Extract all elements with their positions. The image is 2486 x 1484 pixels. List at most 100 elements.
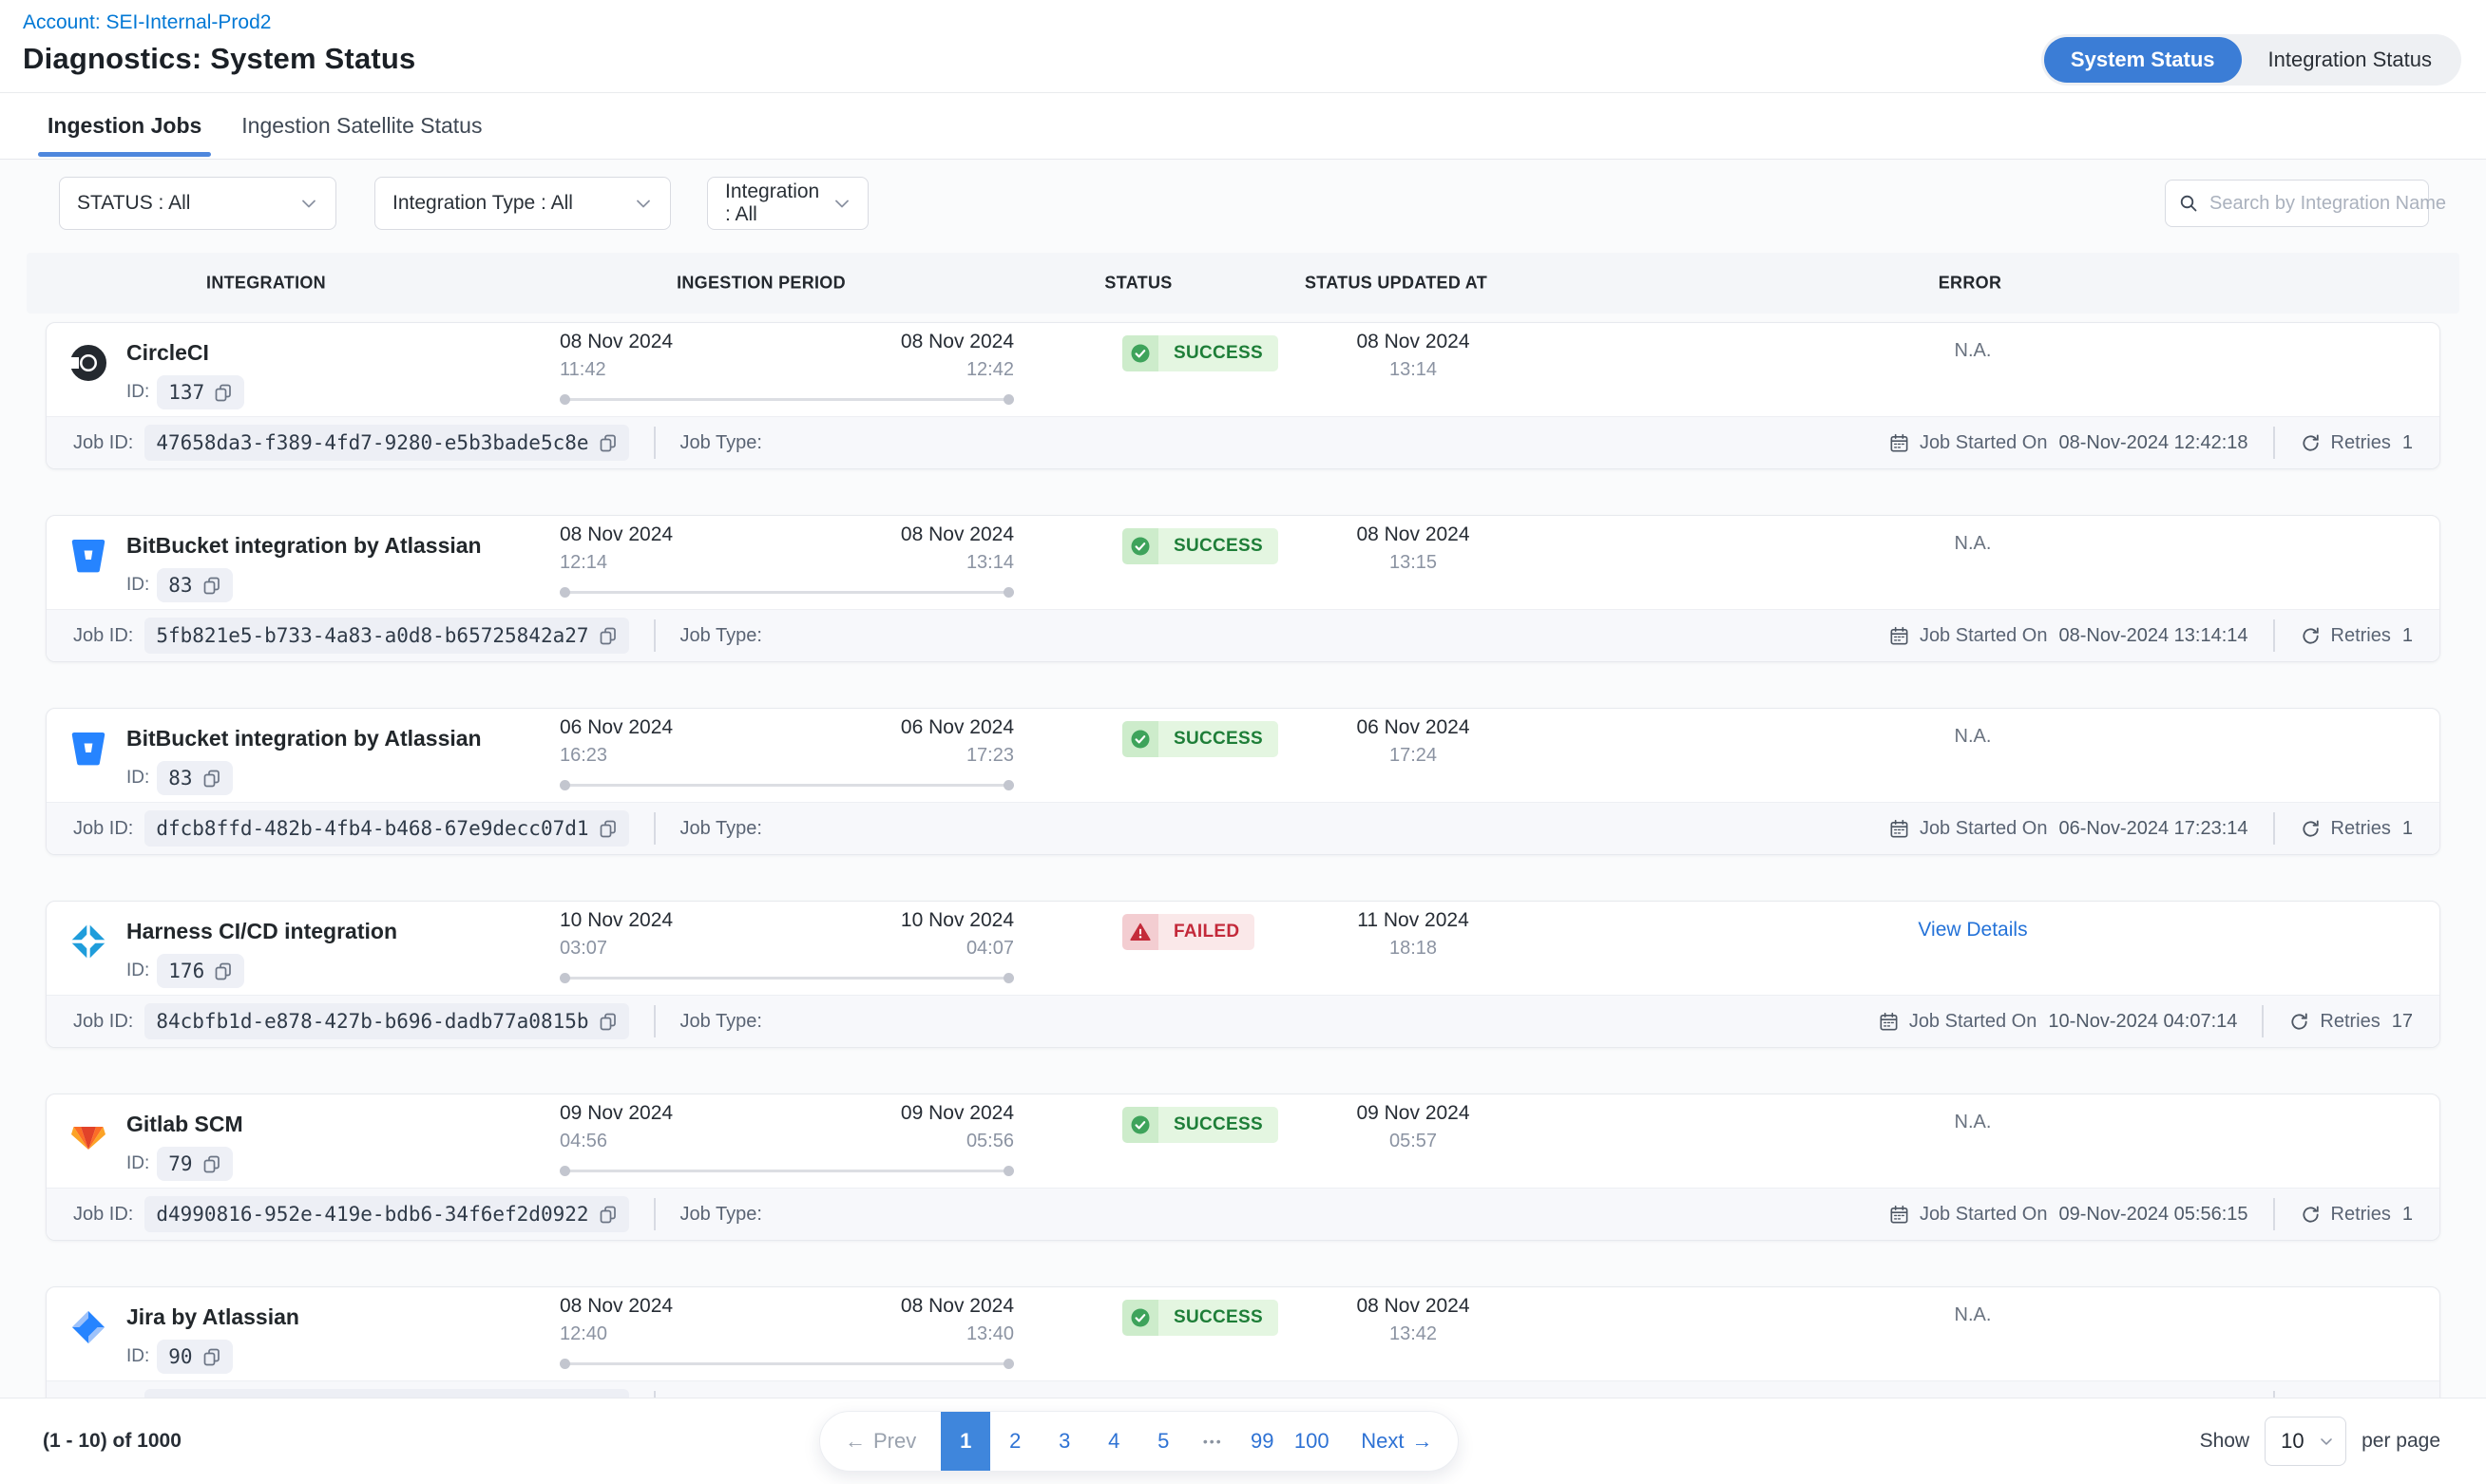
chevron-down-icon xyxy=(831,192,853,215)
pager: ← Prev 12345•••99100 Next → xyxy=(819,1411,1459,1472)
copy-icon[interactable] xyxy=(599,626,618,645)
prev-page-button[interactable]: ← Prev xyxy=(820,1412,941,1471)
copy-icon[interactable] xyxy=(202,1154,221,1173)
error-cell: N.A. xyxy=(1955,533,1992,554)
tab-bar: Ingestion Jobs Ingestion Satellite Statu… xyxy=(0,93,2486,160)
integration-logo-icon xyxy=(66,1112,111,1157)
copy-icon[interactable] xyxy=(202,576,221,595)
job-id-chip: 47658da3-f389-4fd7-9280-e5b3bade5c8e xyxy=(144,425,628,461)
integration-id-chip: 90 xyxy=(157,1340,232,1374)
copy-icon[interactable] xyxy=(202,1347,221,1366)
page-button-1[interactable]: 1 xyxy=(941,1412,990,1471)
integration-name: Gitlab SCM xyxy=(126,1104,243,1137)
copy-icon[interactable] xyxy=(599,1012,618,1031)
page-header: Account: SEI-Internal-Prod2 Diagnostics:… xyxy=(0,0,2486,93)
page-size-dropdown[interactable]: 10 xyxy=(2265,1417,2346,1466)
ingestion-period-timeline xyxy=(560,973,1014,983)
copy-icon[interactable] xyxy=(214,383,233,402)
view-details-link[interactable]: View Details xyxy=(1918,919,2027,941)
copy-icon[interactable] xyxy=(214,961,233,980)
page-button-5[interactable]: 5 xyxy=(1138,1412,1188,1471)
period-end-date: 06 Nov 2024 xyxy=(901,716,1014,739)
column-ingestion-period: INGESTION PERIOD xyxy=(677,274,846,294)
retries-label: Retries xyxy=(2331,432,2391,454)
retries-label: Retries xyxy=(2320,1011,2380,1033)
integration-id-chip: 176 xyxy=(157,954,244,988)
toggle-system-status[interactable]: System Status xyxy=(2044,37,2242,83)
ingestion-period-timeline xyxy=(560,1359,1014,1369)
job-id-chip: dfcb8ffd-482b-4fb4-b468-67e9decc07d1 xyxy=(144,810,628,847)
toggle-integration-status[interactable]: Integration Status xyxy=(2242,37,2458,83)
id-label: ID: xyxy=(126,1346,149,1367)
period-start-time: 04:56 xyxy=(560,1131,607,1152)
ingestion-period: 08 Nov 2024 08 Nov 2024 11:42 12:42 xyxy=(560,331,1014,405)
calendar-icon xyxy=(1888,1204,1910,1226)
tab-ingestion-jobs[interactable]: Ingestion Jobs xyxy=(38,93,211,159)
job-id-value: d4990816-952e-419e-bdb6-34f6ef2d0922 xyxy=(156,1203,588,1226)
search-icon xyxy=(2177,192,2200,215)
copy-icon[interactable] xyxy=(599,1205,618,1224)
ingestion-period: 09 Nov 2024 09 Nov 2024 04:56 05:56 xyxy=(560,1102,1014,1176)
integration-name: BitBucket integration by Atlassian xyxy=(126,525,482,559)
status-badge: SUCCESS xyxy=(1122,1107,1278,1143)
error-cell: N.A. xyxy=(1955,340,1992,361)
page-button-4[interactable]: 4 xyxy=(1089,1412,1138,1471)
calendar-icon xyxy=(1888,432,1910,454)
job-started-on-value: 09-Nov-2024 05:56:15 xyxy=(2058,1204,2247,1226)
period-start-date: 08 Nov 2024 xyxy=(560,331,673,353)
ingestion-period: 10 Nov 2024 10 Nov 2024 03:07 04:07 xyxy=(560,909,1014,983)
id-label: ID: xyxy=(126,575,149,596)
column-status: STATUS xyxy=(1104,274,1172,294)
page-button-100[interactable]: 100 xyxy=(1287,1412,1336,1471)
result-range-text: (1 - 10) of 1000 xyxy=(43,1430,182,1453)
copy-icon[interactable] xyxy=(599,433,618,452)
error-cell: N.A. xyxy=(1955,726,1992,747)
copy-icon[interactable] xyxy=(202,769,221,788)
copy-icon[interactable] xyxy=(599,819,618,838)
page-button-3[interactable]: 3 xyxy=(1040,1412,1089,1471)
check-circle-icon xyxy=(1130,343,1151,364)
status-updated-time: 13:42 xyxy=(1280,1323,1546,1345)
left-arrow-icon: ← xyxy=(845,1429,866,1454)
retries-value: 1 xyxy=(2402,432,2413,454)
search-input[interactable] xyxy=(2209,193,2461,215)
account-breadcrumb-link[interactable]: Account: SEI-Internal-Prod2 xyxy=(23,11,271,34)
job-type-label: Job Type: xyxy=(680,432,762,454)
period-end-time: 12:42 xyxy=(966,359,1014,381)
calendar-icon xyxy=(1888,818,1910,840)
period-start-date: 06 Nov 2024 xyxy=(560,716,673,739)
filter-integration-type-dropdown[interactable]: Integration Type : All xyxy=(374,177,671,230)
status-text: FAILED xyxy=(1158,914,1254,950)
tab-ingestion-satellite-status[interactable]: Ingestion Satellite Status xyxy=(232,93,491,159)
period-end-date: 08 Nov 2024 xyxy=(901,331,1014,353)
job-id-chip: 84cbfb1d-e878-427b-b696-dadb77a0815b xyxy=(144,1003,628,1039)
status-updated-date: 06 Nov 2024 xyxy=(1280,716,1546,739)
check-circle-icon xyxy=(1130,536,1151,557)
job-started-on-label: Job Started On xyxy=(1920,1204,2048,1226)
integration-name: Jira by Atlassian xyxy=(126,1297,299,1330)
job-detail-strip: Job ID: 47658da3-f389-4fd7-9280-e5b3bade… xyxy=(47,416,2439,468)
ingestion-job-row: Gitlab SCM ID: 79 09 Nov 2024 09 Nov 202… xyxy=(46,1094,2440,1241)
job-started-on-label: Job Started On xyxy=(1909,1011,2037,1033)
job-type-label: Job Type: xyxy=(680,1204,762,1226)
ingestion-job-row: BitBucket integration by Atlassian ID: 8… xyxy=(46,708,2440,855)
job-type-label: Job Type: xyxy=(680,818,762,840)
job-type-label: Job Type: xyxy=(680,625,762,647)
next-page-button[interactable]: Next → xyxy=(1336,1412,1457,1471)
page-button-99[interactable]: 99 xyxy=(1237,1412,1287,1471)
ingestion-period: 06 Nov 2024 06 Nov 2024 16:23 17:23 xyxy=(560,716,1014,790)
status-text: SUCCESS xyxy=(1158,528,1278,564)
retries-value: 1 xyxy=(2402,625,2413,647)
column-integration: INTEGRATION xyxy=(206,274,326,294)
filter-integration-dropdown[interactable]: Integration : All xyxy=(707,177,869,230)
page-button-2[interactable]: 2 xyxy=(990,1412,1040,1471)
id-label: ID: xyxy=(126,961,149,981)
status-badge: SUCCESS xyxy=(1122,528,1278,564)
ingestion-period-timeline xyxy=(560,394,1014,405)
integration-name: CircleCI xyxy=(126,333,244,366)
period-start-date: 09 Nov 2024 xyxy=(560,1102,673,1125)
id-label: ID: xyxy=(126,382,149,403)
status-view-toggle: System Status Integration Status xyxy=(2041,34,2461,86)
integration-logo-icon xyxy=(66,726,111,771)
filter-status-dropdown[interactable]: STATUS : All xyxy=(59,177,336,230)
